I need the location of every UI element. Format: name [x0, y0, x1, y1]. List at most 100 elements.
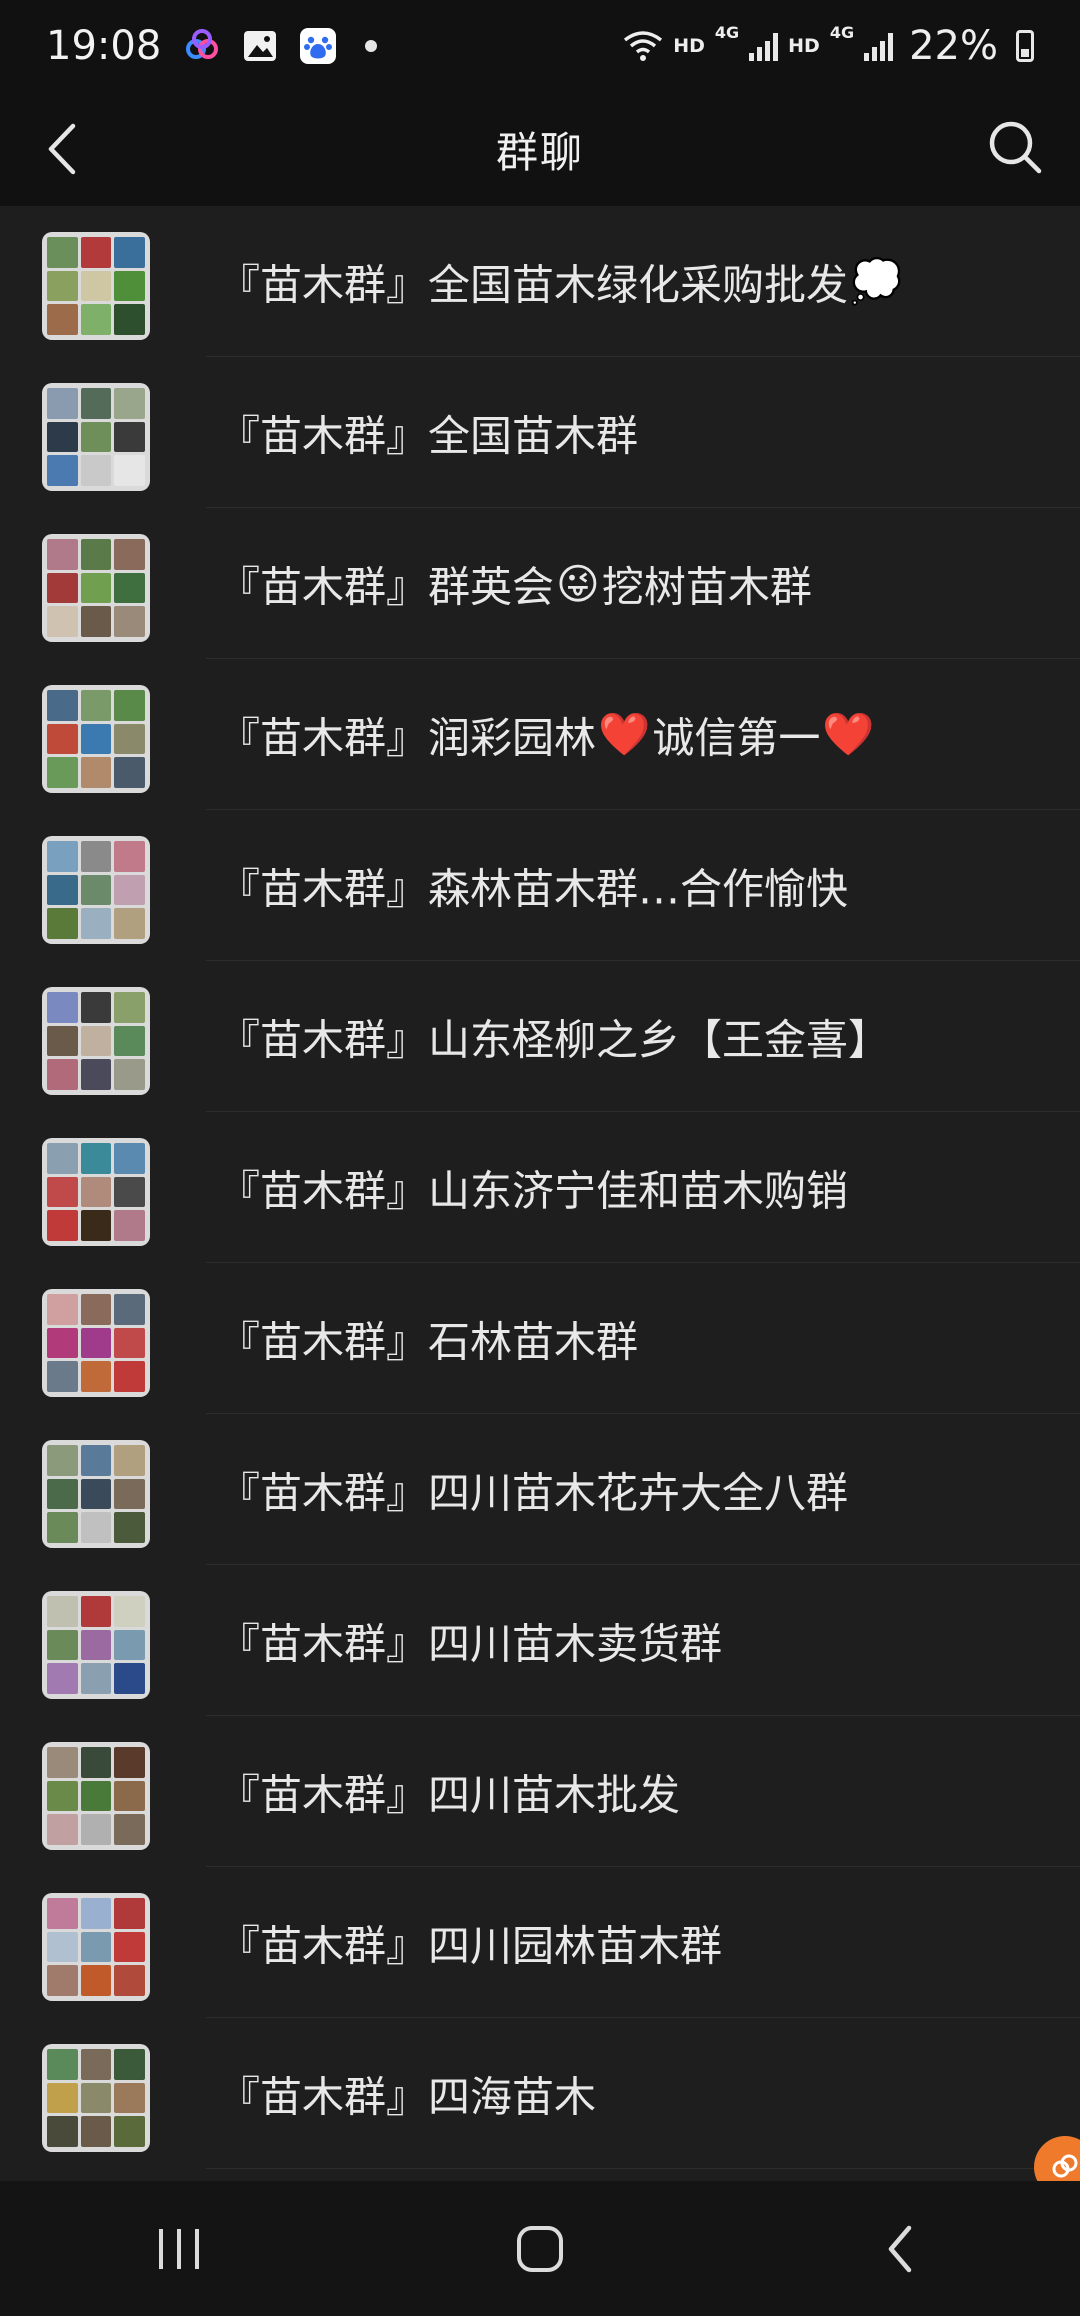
group-row[interactable]: 『苗木群』 四川苗木花卉大全八群	[0, 1414, 1080, 1565]
group-title: 四川苗木卖货群	[428, 1619, 723, 1668]
group-prefix: 『苗木群』	[218, 1166, 429, 1215]
group-prefix: 『苗木群』	[218, 864, 429, 913]
network-type-1: 4G	[714, 23, 740, 42]
search-button[interactable]	[980, 112, 1050, 182]
group-title: 山东济宁佳和苗木购销	[428, 1166, 849, 1215]
group-avatar	[42, 383, 150, 491]
group-title: 全国苗木群	[428, 411, 639, 460]
group-avatar	[42, 1440, 150, 1548]
group-title: 四海苗木	[428, 2072, 597, 2121]
link-icon	[1052, 2154, 1078, 2178]
status-indicators: HD 4G HD 4G 22%	[623, 23, 1034, 69]
group-avatar	[42, 987, 150, 1095]
group-title: 四川苗木花卉大全八群	[428, 1468, 849, 1517]
group-avatar	[42, 534, 150, 642]
group-name: 『苗木群』 四川苗木花卉大全八群	[218, 1459, 848, 1520]
more-notifications-dot	[365, 40, 378, 52]
wifi-icon	[624, 31, 663, 61]
group-title-suffix: 诚信第一	[652, 713, 821, 762]
group-title: 石林苗木群	[428, 1317, 639, 1366]
group-prefix: 『苗木群』	[218, 562, 429, 611]
group-row[interactable]: 『苗木群』 四川苗木卖货群	[0, 1565, 1080, 1716]
group-row[interactable]: 『苗木群』 四川园林苗木群	[0, 1867, 1080, 2018]
home-icon	[517, 2225, 563, 2272]
page-title: 群聊	[495, 127, 584, 177]
group-avatar	[42, 1893, 150, 2001]
system-back-button[interactable]	[840, 2199, 960, 2299]
group-row[interactable]: 『苗木群』 群英会 😜 挖树苗木群	[0, 508, 1080, 659]
cloud-app-icon	[186, 29, 219, 59]
baidu-icon	[300, 28, 337, 64]
status-time: 19:08	[46, 23, 162, 69]
group-row[interactable]: 『苗木群』 山东济宁佳和苗木购销	[0, 1112, 1080, 1263]
battery-icon	[1016, 30, 1034, 62]
group-row[interactable]: 『苗木群』 四海苗木	[0, 2018, 1080, 2169]
network-type-2: 4G	[829, 23, 855, 42]
group-avatar	[42, 685, 150, 793]
search-icon	[989, 121, 1042, 174]
group-avatar	[42, 1742, 150, 1850]
group-row[interactable]: 『苗木群』 四川苗木批发	[0, 1716, 1080, 1867]
group-name: 『苗木群』 群英会 😜 挖树苗木群	[218, 553, 812, 614]
signal-icon-2	[864, 31, 894, 61]
group-name: 『苗木群』 四川苗木批发	[218, 1761, 680, 1822]
app-header: 群聊	[0, 92, 1080, 206]
hd-label-2: HD	[788, 35, 820, 57]
group-avatar	[42, 1591, 150, 1699]
back-button[interactable]	[32, 116, 92, 182]
chevron-left-icon	[48, 123, 76, 175]
group-name: 『苗木群』 山东柽柳之乡【王金喜】	[218, 1006, 890, 1067]
group-prefix: 『苗木群』	[218, 260, 429, 309]
group-name: 『苗木群』 石林苗木群	[218, 1308, 638, 1369]
group-title: 润彩园林	[428, 713, 597, 762]
emoji-icon: 😜	[556, 559, 600, 608]
home-button[interactable]	[480, 2199, 600, 2299]
group-prefix: 『苗木群』	[218, 1015, 429, 1064]
emoji-icon: 💭	[850, 256, 903, 306]
group-name: 『苗木群』 山东济宁佳和苗木购销	[218, 1157, 848, 1218]
group-title: 山东柽柳之乡【王金喜】	[428, 1015, 891, 1064]
recent-apps-icon	[159, 2228, 199, 2269]
group-list: 『苗木群』 全国苗木绿化采购批发 💭 『苗木群』 全国苗木群 『苗木群』 群英会 😜 挖树苗木群…	[0, 206, 1080, 2169]
emoji-icon: ❤️	[822, 709, 875, 759]
group-avatar	[42, 2044, 150, 2152]
group-prefix: 『苗木群』	[218, 1317, 429, 1366]
group-row[interactable]: 『苗木群』 山东柽柳之乡【王金喜】	[0, 961, 1080, 1112]
group-row[interactable]: 『苗木群』 石林苗木群	[0, 1263, 1080, 1414]
group-name: 『苗木群』 全国苗木群	[218, 402, 638, 463]
group-prefix: 『苗木群』	[218, 1468, 429, 1517]
group-name: 『苗木群』 四川园林苗木群	[218, 1912, 722, 1973]
group-title: 四川园林苗木群	[428, 1921, 723, 1970]
group-prefix: 『苗木群』	[218, 411, 429, 460]
group-name: 『苗木群』 森林苗木群…合作愉快	[218, 855, 848, 916]
emoji-icon: ❤️	[598, 709, 651, 759]
recent-apps-button[interactable]	[120, 2199, 240, 2299]
group-title: 群英会	[428, 562, 555, 611]
system-nav-bar	[0, 2181, 1080, 2316]
group-prefix: 『苗木群』	[218, 1619, 429, 1668]
group-name: 『苗木群』 润彩园林 ❤️ 诚信第一 ❤️	[218, 704, 877, 765]
group-avatar	[42, 1138, 150, 1246]
hd-label-1: HD	[673, 35, 705, 57]
group-prefix: 『苗木群』	[218, 1770, 429, 1819]
signal-icon-1	[749, 31, 779, 61]
group-prefix: 『苗木群』	[218, 1921, 429, 1970]
group-name: 『苗木群』 四川苗木卖货群	[218, 1610, 722, 1671]
group-name: 『苗木群』 全国苗木绿化采购批发 💭	[218, 251, 904, 312]
gallery-icon	[244, 31, 277, 61]
group-title: 森林苗木群…合作愉快	[428, 864, 849, 913]
group-prefix: 『苗木群』	[218, 2072, 429, 2121]
group-title: 四川苗木批发	[428, 1770, 681, 1819]
group-row[interactable]: 『苗木群』 润彩园林 ❤️ 诚信第一 ❤️	[0, 659, 1080, 810]
notification-icons	[183, 27, 378, 65]
group-row[interactable]: 『苗木群』 全国苗木群	[0, 357, 1080, 508]
group-name: 『苗木群』 四海苗木	[218, 2063, 596, 2124]
group-title: 全国苗木绿化采购批发	[428, 260, 849, 309]
group-row[interactable]: 『苗木群』 全国苗木绿化采购批发 💭	[0, 206, 1080, 357]
group-prefix: 『苗木群』	[218, 713, 429, 762]
group-avatar	[42, 1289, 150, 1397]
group-avatar	[42, 232, 150, 340]
group-avatar	[42, 836, 150, 944]
status-bar: 19:08 HD 4G HD 4G 22%	[0, 0, 1080, 92]
group-row[interactable]: 『苗木群』 森林苗木群…合作愉快	[0, 810, 1080, 961]
